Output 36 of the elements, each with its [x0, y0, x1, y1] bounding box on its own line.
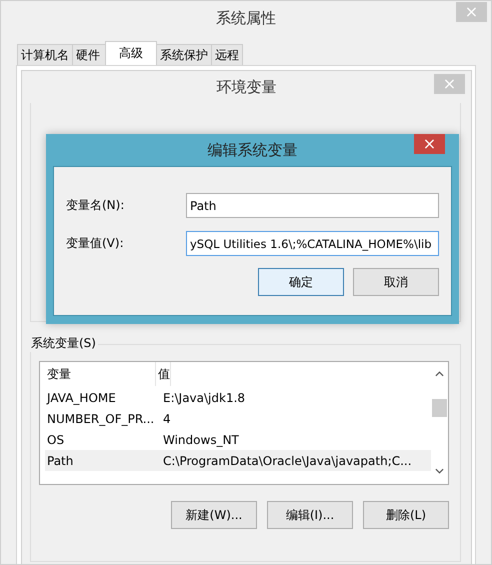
window-title: 系统属性: [216, 8, 276, 28]
field-label: 变量值(V):: [66, 235, 125, 252]
scroll-thumb[interactable]: [432, 399, 447, 417]
dialog-title: 环境变量: [216, 78, 276, 96]
variable-name: OS: [46, 432, 66, 446]
tab[interactable]: 硬件: [72, 44, 106, 65]
group-label: 系统变量(S): [29, 335, 98, 352]
list-row[interactable]: JAVA_HOME E:\Java\jdk1.8: [45, 387, 431, 408]
variable-name: JAVA_HOME: [45, 390, 117, 404]
tab[interactable]: 计算机名: [17, 44, 73, 65]
scroll-down-icon[interactable]: [435, 468, 444, 474]
action-button[interactable]: 新建(W)...: [171, 501, 257, 529]
tab[interactable]: 远程: [211, 44, 243, 65]
input-field[interactable]: Path: [186, 193, 439, 218]
column-header[interactable]: 值: [156, 362, 171, 386]
variable-value: E:\Java\jdk1.8: [162, 390, 246, 404]
dialog-title: 编辑系统变量: [208, 140, 298, 160]
field-label: 变量名(N):: [66, 197, 126, 214]
list-row[interactable]: OS Windows_NT: [45, 429, 431, 450]
action-button[interactable]: 编辑(I)...: [267, 501, 353, 529]
variable-name: NUMBER_OF_PR...: [46, 412, 156, 426]
input-field[interactable]: ySQL Utilities 1.6\;%CATALINA_HOME%\lib: [186, 231, 439, 256]
variable-value: Windows_NT: [162, 432, 239, 446]
action-button[interactable]: 删除(L): [363, 501, 449, 529]
list-row[interactable]: Path C:\ProgramData\Oracle\Java\javapath;C...: [45, 450, 431, 471]
dialog-button[interactable]: 确定: [258, 268, 344, 296]
close-button[interactable]: ×: [414, 134, 445, 154]
list-row[interactable]: NUMBER_OF_PR... 4: [45, 408, 431, 429]
variable-name: Path: [46, 454, 74, 468]
dialog-button[interactable]: 取消: [353, 268, 439, 296]
scroll-up-icon[interactable]: [435, 371, 444, 377]
tab[interactable]: 系统保护: [156, 44, 212, 65]
variable-value: C:\ProgramData\Oracle\Java\javapath;C...: [162, 454, 412, 468]
column-header[interactable]: 变量: [40, 362, 156, 386]
variable-value: 4: [162, 412, 171, 426]
tab[interactable]: 高级: [105, 41, 157, 65]
